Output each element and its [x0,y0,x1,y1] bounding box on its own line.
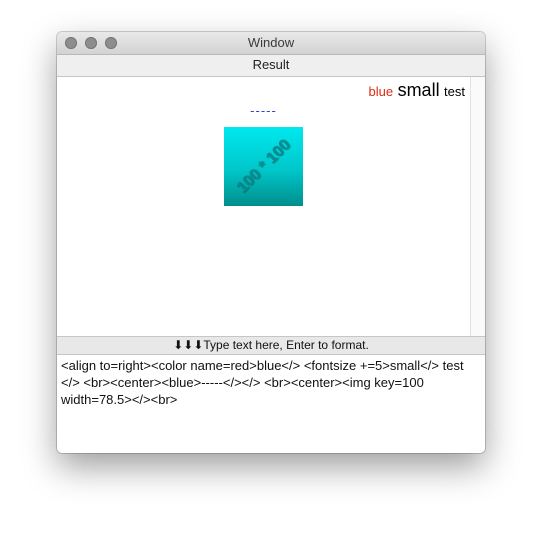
result-scrollbar[interactable] [470,77,485,336]
window-title: Window [247,35,295,50]
image-label: 100 * 100 [232,135,294,197]
red-word: blue [368,84,394,99]
result-panel: blue small test ----- 100 * 100 [57,77,470,336]
blue-dashes: ----- [250,103,277,118]
app-window: Window Result blue small test ----- 100 … [57,32,485,453]
image-100: 100 * 100 [224,127,303,206]
title-bar[interactable]: Window [57,32,485,55]
formatted-line-right: blue small test [369,80,465,101]
format-text-input[interactable]: <align to=right><color name=red>blue</> … [57,355,485,453]
plain-word: test [444,84,465,99]
hint-text: Type text here, Enter to format. [203,338,369,352]
large-word: small [397,80,440,100]
result-header: Result [57,55,485,77]
input-hint-bar: ⬇⬇⬇Type text here, Enter to format. [57,336,485,355]
down-arrows-icon: ⬇⬇⬇ [173,338,204,352]
